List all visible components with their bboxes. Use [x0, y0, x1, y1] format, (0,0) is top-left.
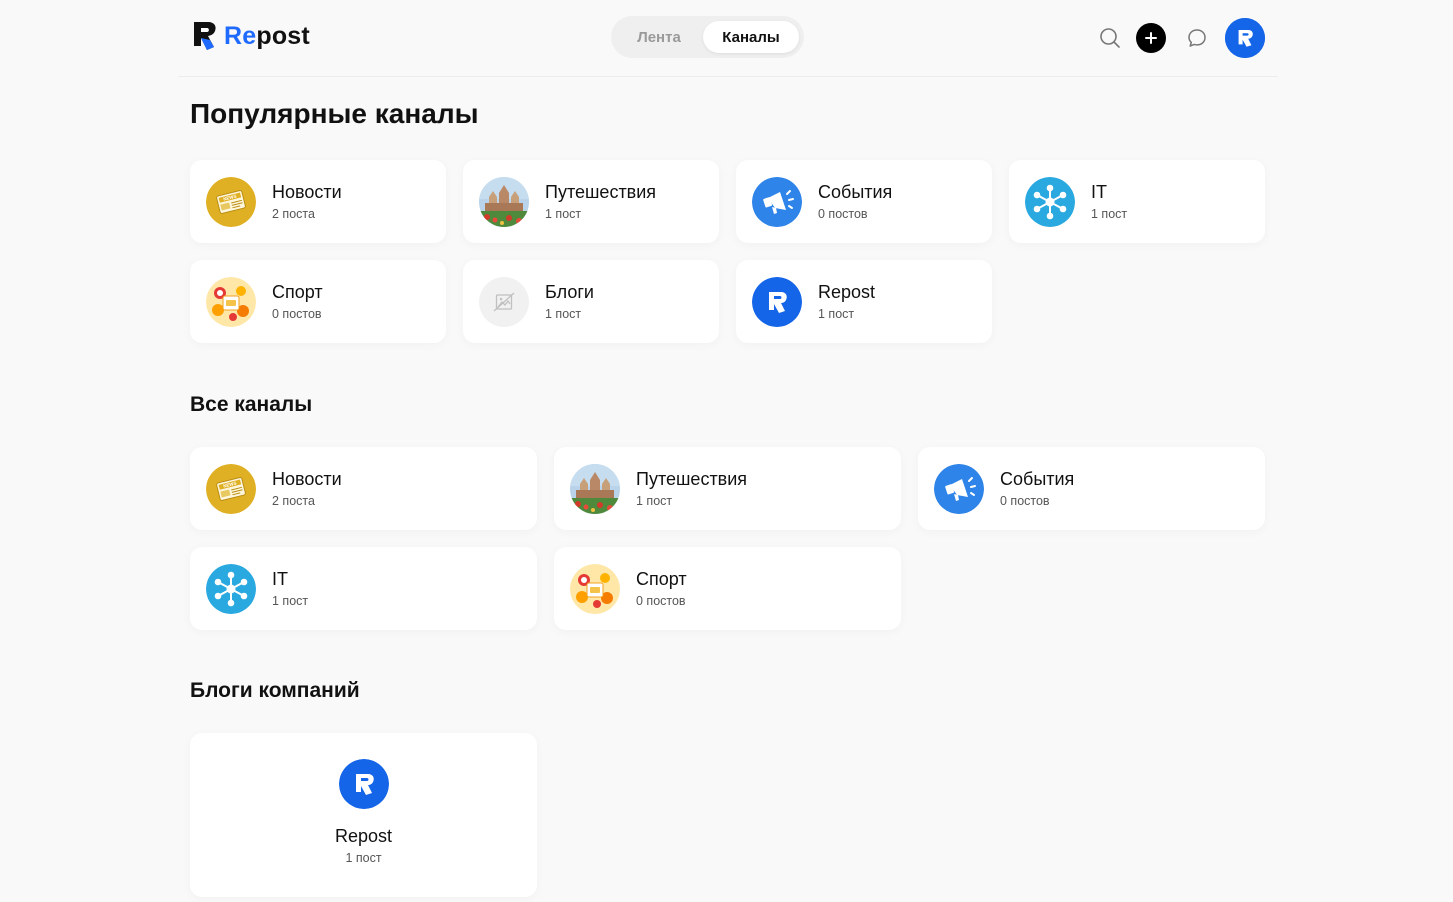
channel-card-it[interactable]: IT 1 пост [1009, 160, 1265, 243]
channel-name: События [818, 182, 893, 202]
channel-name: IT [272, 569, 288, 589]
channel-post-count: 0 постов [272, 307, 322, 321]
travel-photo [479, 177, 529, 227]
channel-card-news[interactable]: Новости 2 поста [190, 160, 446, 243]
channel-post-count: 2 поста [272, 207, 315, 221]
feed-channel-switch: Лента Каналы [611, 16, 804, 58]
megaphone-icon [752, 177, 802, 227]
header-actions [1090, 18, 1265, 58]
sport-icon [206, 277, 256, 327]
channel-name: Repost [818, 282, 876, 302]
channel-card-events[interactable]: События 0 постов [918, 447, 1265, 530]
channel-name: Путешествия [636, 469, 748, 489]
channel-card-it[interactable]: IT 1 пост [190, 547, 537, 630]
channel-post-count: 1 пост [1091, 207, 1128, 221]
channel-name: Спорт [636, 569, 687, 589]
channel-card-repost[interactable]: Repost 1 пост [736, 260, 992, 343]
tab-feed[interactable]: Лента [615, 21, 703, 53]
megaphone-icon [934, 464, 984, 514]
section-title-popular: Популярные каналы [190, 98, 479, 129]
channel-card-events[interactable]: События 0 постов [736, 160, 992, 243]
repost-logo-icon [194, 22, 216, 50]
profile-avatar[interactable] [1225, 18, 1265, 58]
channel-post-count: 1 пост [636, 494, 673, 508]
network-icon [1025, 177, 1075, 227]
news-icon [206, 177, 256, 227]
chat-icon [1188, 29, 1206, 47]
channel-post-count: 1 пост [818, 307, 855, 321]
channel-card-travel[interactable]: Путешествия 1 пост [554, 447, 901, 530]
search-icon [1100, 28, 1120, 48]
company-blog-card-repost[interactable]: Repost 1 пост [190, 733, 537, 897]
sport-icon [570, 564, 620, 614]
image-placeholder-icon [479, 277, 529, 327]
channel-post-count: 1 пост [545, 307, 582, 321]
create-post-button[interactable] [1136, 23, 1166, 53]
channel-post-count: 0 постов [818, 207, 868, 221]
repost-logo[interactable]: Repost [192, 20, 310, 52]
channel-name: Блоги [545, 282, 594, 302]
channel-name: Новости [272, 469, 342, 489]
repost-logo-icon [752, 277, 802, 327]
channel-name: IT [1091, 182, 1107, 202]
messages-button[interactable] [1177, 18, 1217, 58]
news-icon [206, 464, 256, 514]
logo-text: Repost [224, 21, 310, 50]
channel-post-count: 0 постов [636, 594, 686, 608]
channel-name: События [1000, 469, 1075, 489]
travel-photo [570, 464, 620, 514]
network-icon [206, 564, 256, 614]
section-title-company-blogs: Блоги компаний [190, 679, 360, 702]
section-title-all: Все каналы [190, 393, 313, 416]
repost-logo-icon [339, 759, 389, 809]
channel-post-count: 1 пост [345, 851, 382, 865]
channel-card-blogs[interactable]: Блоги 1 пост [463, 260, 719, 343]
top-header: Repost Лента Каналы [178, 0, 1278, 77]
repost-logo-icon [1225, 18, 1265, 58]
channel-card-travel[interactable]: Путешествия 1 пост [463, 160, 719, 243]
channel-card-news[interactable]: Новости 2 поста [190, 447, 537, 530]
channel-name: Спорт [272, 282, 323, 302]
channel-card-sport[interactable]: Спорт 0 постов [554, 547, 901, 630]
channel-post-count: 2 поста [272, 494, 315, 508]
channel-post-count: 1 пост [545, 207, 582, 221]
search-button[interactable] [1090, 18, 1130, 58]
channel-card-sport[interactable]: Спорт 0 постов [190, 260, 446, 343]
channel-name: Новости [272, 182, 342, 202]
channel-name: Repost [334, 826, 393, 846]
tab-channels[interactable]: Каналы [703, 21, 799, 53]
channel-post-count: 0 постов [1000, 494, 1050, 508]
channel-name: Путешествия [545, 182, 657, 202]
channel-post-count: 1 пост [272, 594, 309, 608]
plus-icon [1145, 32, 1157, 44]
